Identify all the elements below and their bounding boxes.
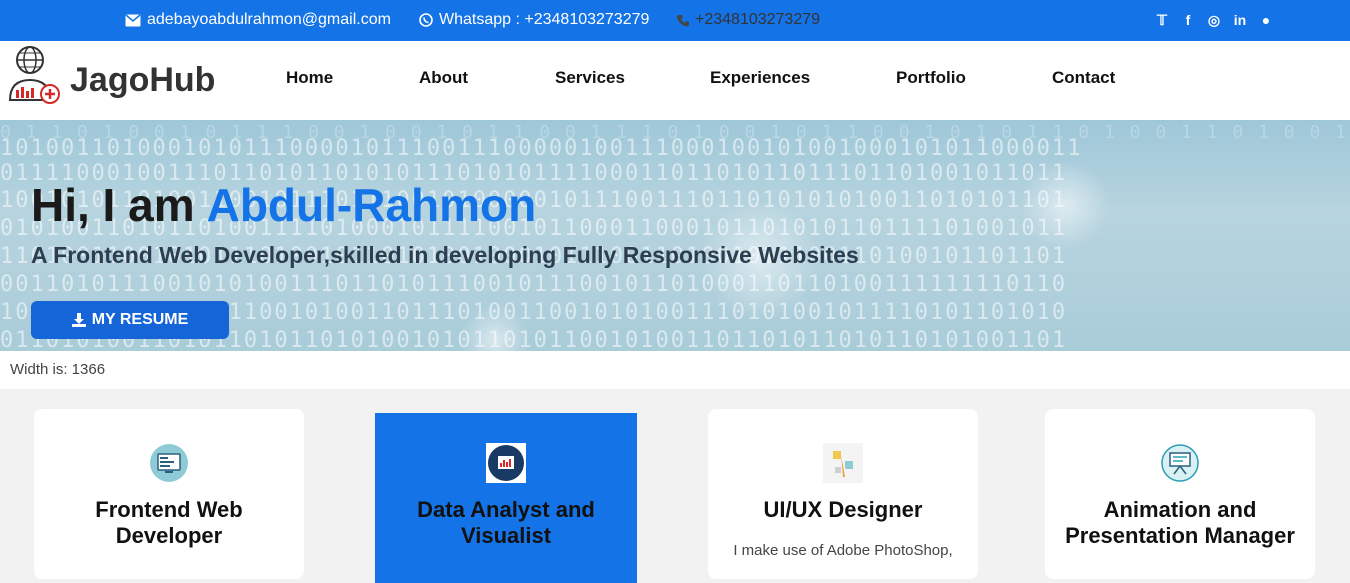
service-card-frontend[interactable]: Frontend Web Developer: [34, 409, 304, 579]
binary-background: 1010011010001010111000010111001110000010…: [0, 136, 1083, 161]
whatsapp-text: Whatsapp : +2348103273279: [439, 11, 650, 28]
instagram-icon[interactable]: ◎: [1206, 12, 1222, 29]
phone-contact[interactable]: +2348103273279: [677, 11, 820, 29]
hero-greeting: Hi, I am: [31, 179, 195, 231]
light-glow: [1020, 160, 1110, 250]
service-card-animation[interactable]: Animation and Presentation Manager: [1045, 409, 1315, 579]
presentation-board-icon: [1160, 443, 1200, 483]
width-indicator: Width is: 1366: [0, 351, 1350, 389]
phone-icon: [677, 14, 689, 26]
code-screen-icon: [149, 443, 189, 483]
nav-portfolio[interactable]: Portfolio: [896, 68, 966, 88]
card-title: UI/UX Designer: [763, 497, 923, 522]
hero-name: Abdul-Rahmon: [206, 179, 537, 231]
download-icon: [71, 313, 86, 327]
nav-home[interactable]: Home: [286, 68, 333, 88]
whatsapp-contact[interactable]: Whatsapp : +2348103273279: [419, 11, 649, 29]
nav-experiences[interactable]: Experiences: [710, 68, 810, 88]
hero-subtitle: A Frontend Web Developer,skilled in deve…: [31, 242, 859, 268]
social-links: 𝕋 f ◎ in ●: [1154, 12, 1274, 29]
nav-about[interactable]: About: [419, 68, 468, 88]
binary-background: 0011010111001010100111011010111001011100…: [0, 272, 1068, 297]
brand-name[interactable]: JagoHub: [70, 61, 215, 100]
phone-text: +2348103273279: [695, 11, 821, 28]
chart-icon: [486, 443, 526, 483]
design-tools-icon: [823, 443, 863, 483]
card-description: I make use of Adobe PhotoShop,: [733, 542, 953, 559]
width-text: Width is: 1366: [10, 361, 106, 378]
top-contact-bar: adebayoabdulrahmon@gmail.com Whatsapp : …: [0, 0, 1350, 41]
email-contact[interactable]: adebayoabdulrahmon@gmail.com: [125, 11, 391, 29]
resume-button[interactable]: MY RESUME: [31, 301, 229, 339]
github-icon[interactable]: ●: [1258, 12, 1274, 29]
facebook-icon[interactable]: f: [1180, 12, 1196, 29]
hero-heading: Hi, I am Abdul-Rahmon: [31, 178, 536, 232]
card-title: Animation and Presentation Manager: [1065, 497, 1295, 548]
email-text: adebayoabdulrahmon@gmail.com: [147, 11, 391, 28]
whatsapp-icon: [419, 13, 433, 27]
service-card-data-analyst[interactable]: Data Analyst and Visualist: [375, 413, 637, 583]
jagohub-logo-icon[interactable]: [8, 44, 62, 106]
resume-label: MY RESUME: [91, 311, 189, 328]
main-navbar: JagoHub Home About Services Experiences …: [0, 41, 1350, 120]
service-card-uiux[interactable]: UI/UX Designer I make use of Adobe Photo…: [708, 409, 978, 579]
nav-services[interactable]: Services: [555, 68, 625, 88]
card-title: Frontend Web Developer: [95, 497, 243, 548]
linkedin-icon[interactable]: in: [1232, 12, 1248, 29]
hero-banner: 0 1 1 0 1 0 0 1 0 1 1 1 0 0 1 0 0 1 0 1 …: [0, 120, 1350, 351]
twitter-icon[interactable]: 𝕋: [1154, 12, 1170, 29]
nav-contact[interactable]: Contact: [1052, 68, 1115, 88]
envelope-icon: [125, 13, 141, 26]
card-title: Data Analyst and Visualist: [417, 497, 595, 548]
